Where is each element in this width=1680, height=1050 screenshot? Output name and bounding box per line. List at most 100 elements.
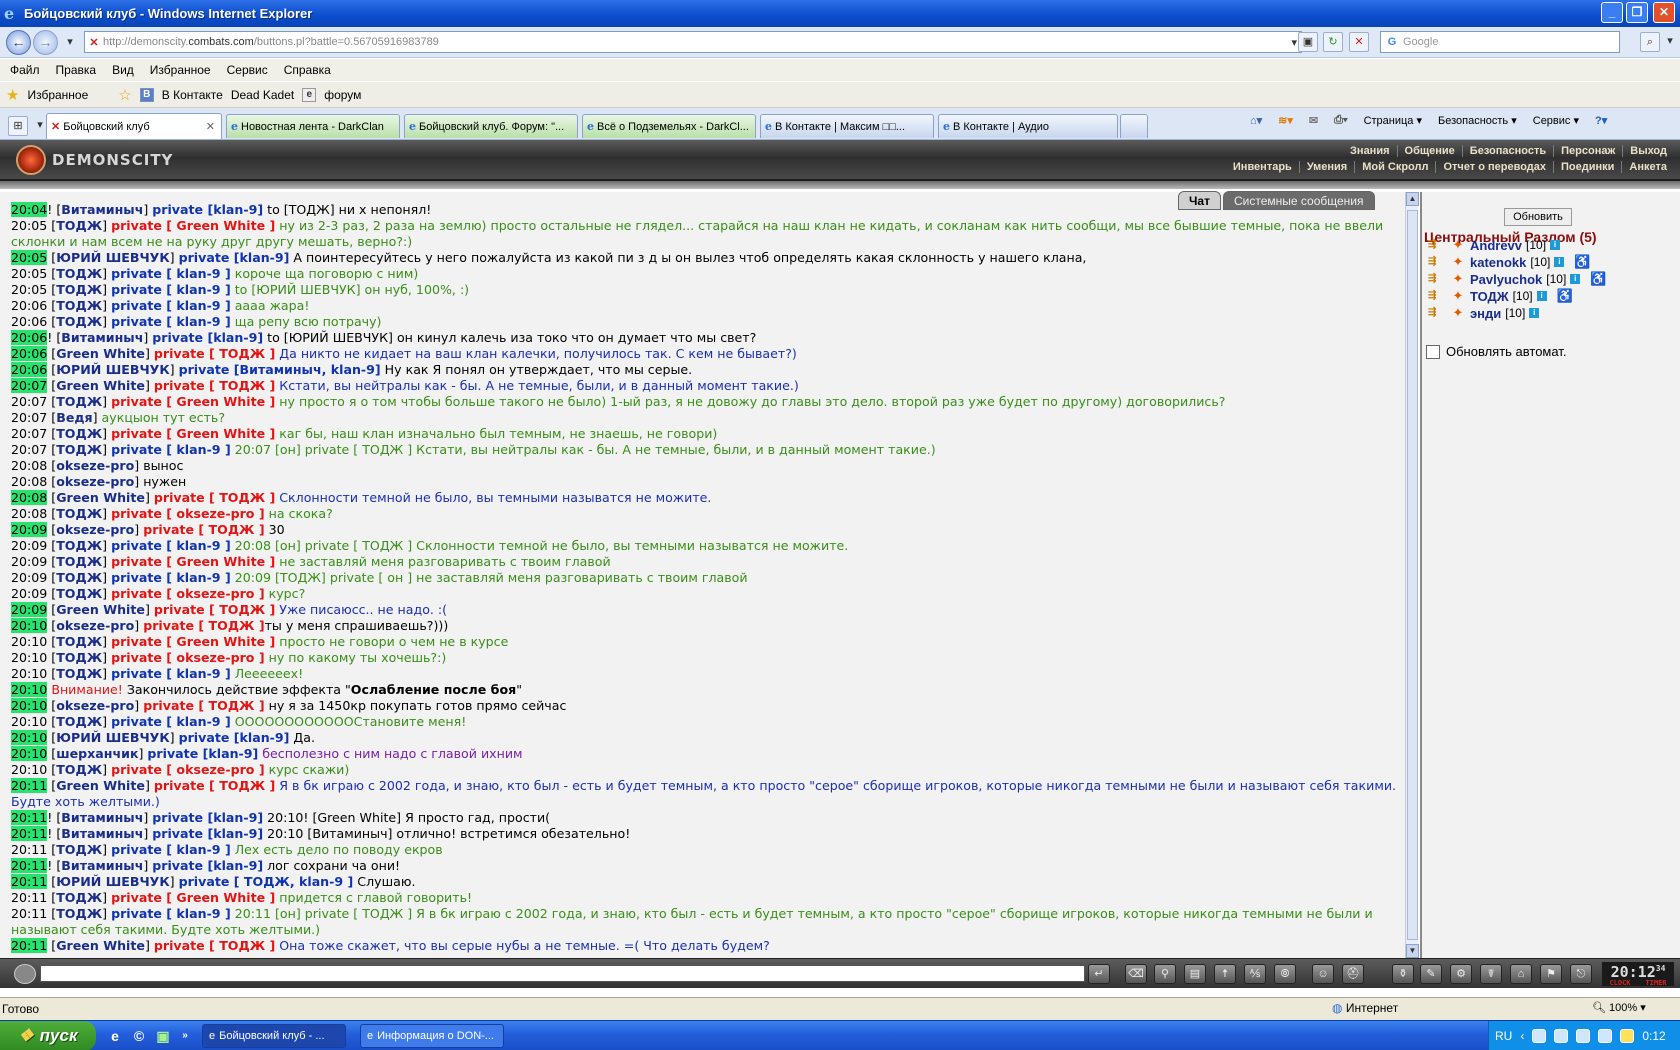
private-recipients[interactable]: private [ klan-9 ] [111,666,231,681]
nav-profile[interactable]: Анкета [1621,161,1674,173]
nav-communication[interactable]: Общение [1396,145,1462,157]
sender-nick[interactable]: ТОДЖ [56,298,102,313]
private-recipients[interactable]: private [klan-9] [179,730,290,745]
message-time[interactable]: 20:05 [11,218,47,233]
message-time[interactable]: 20:09 [11,538,47,553]
tab-dungeons[interactable]: e Всё о Подземельях - DarkCl... [582,114,756,138]
send-icon[interactable]: ↵ [1088,964,1110,984]
user-info-icon[interactable]: i [1529,308,1540,318]
message-time[interactable]: 20:10 [11,698,48,713]
sender-nick[interactable]: шерханчик [56,746,138,761]
message-time[interactable]: 20:10 [11,650,47,665]
private-recipients[interactable]: private [ klan-9 ] [111,298,231,313]
stop-icon[interactable]: ✕ [1349,32,1369,52]
auto-refresh-row[interactable]: Обновлять автомат. [1426,344,1566,359]
message-time[interactable]: 20:11 [11,858,48,873]
history-dropdown-icon[interactable]: ▾ [60,33,80,53]
tab-darkclan-news[interactable]: e Новостная лента - DarkClan [226,114,400,138]
compat-view-icon[interactable]: ▣ [1298,32,1318,52]
sender-nick[interactable]: ТОДЖ [56,506,102,521]
private-recipients[interactable]: private [ okseze-pro ] [111,506,265,521]
start-button[interactable]: ❖ пуск [0,1021,96,1050]
message-time[interactable]: 20:07 [11,378,48,393]
private-recipients[interactable]: private [klan-9] [179,250,290,265]
nav-my-scroll[interactable]: Мой Скролл [1354,161,1435,173]
message-time[interactable]: 20:05 [11,266,47,281]
message-time[interactable]: 20:08 [11,506,47,521]
task-ie-fightclub[interactable]: e Бойцовский клуб - ... [202,1024,346,1048]
minimize-button[interactable]: _ [1601,2,1623,23]
cmd-tools[interactable]: Сервис ▾ [1533,114,1579,127]
transfer-icon[interactable]: ⚙ [1450,964,1472,984]
tray-expand-icon[interactable]: ‹ [1520,1029,1524,1043]
favorites-button[interactable]: Избранное [27,88,88,102]
cmd-page[interactable]: Страница ▾ [1364,114,1422,127]
private-recipients[interactable]: private [ Green White ] [111,890,275,905]
tray-volume-icon[interactable] [1576,1029,1591,1043]
user-name[interactable]: энди [1470,306,1501,321]
private-recipients[interactable]: private [ Green White ] [111,554,275,569]
message-time[interactable]: 20:06 [11,314,47,329]
sender-nick[interactable]: ЮРИЙ ШЕВЧУК [56,362,169,377]
message-time[interactable]: 20:10 [11,682,48,697]
fav-item-vk[interactable]: В Контакте [162,88,223,102]
sender-nick[interactable]: ТОДЖ [56,906,102,921]
fav-item-dead-kadet[interactable]: Dead Kadet [231,88,294,102]
message-time[interactable]: 20:07 [11,394,47,409]
sender-nick[interactable]: ТОДЖ [56,266,102,281]
tab-vk-audio[interactable]: eВ Контакте | Аудио [938,114,1118,138]
message-time[interactable]: 20:11 [11,842,47,857]
tab-system-messages[interactable]: Системные сообщения [1222,191,1375,210]
message-time[interactable]: 20:08 [11,474,47,489]
user-info-icon[interactable]: i [1570,274,1581,284]
tray-icon[interactable] [1532,1029,1547,1043]
tray-network-icon[interactable] [1554,1029,1569,1043]
refresh-icon[interactable]: ↻ [1323,32,1343,52]
flag-icon[interactable]: ⚑ [1540,964,1562,984]
print-icon[interactable]: ⎙▾ [1334,114,1347,127]
zoom-control[interactable]: 🔍︎ 100% ▾ [1592,1001,1646,1014]
sender-nick[interactable]: okseze-pro [56,618,134,633]
nav-inventory[interactable]: Инвентарь [1226,161,1299,173]
sender-nick[interactable]: okseze-pro [56,458,134,473]
private-recipients[interactable]: private [ Green White ] [111,394,275,409]
private-recipients[interactable]: private [ klan-9 ] [111,906,231,921]
private-recipients[interactable]: private [ Green White ] [111,218,275,233]
action-icon[interactable]: ☨ [1214,964,1236,984]
private-recipients[interactable]: private [klan-9] [152,826,263,841]
message-time[interactable]: 20:06 [11,346,48,361]
address-bar[interactable]: ✕ http://demonscity. combats.com/buttons.… [84,31,1302,53]
nav-exit[interactable]: Выход [1622,145,1674,157]
private-recipients[interactable]: private [klan-9] [152,330,263,345]
tab-active[interactable]: ✕ Бойцовский клуб ✕ [46,113,222,139]
sender-nick[interactable]: Green White [56,602,145,617]
private-recipients[interactable]: private [ klan-9 ] [111,570,231,585]
quicklaunch-ie2-icon[interactable]: © [130,1027,148,1045]
language-indicator[interactable]: RU [1495,1029,1512,1043]
message-time[interactable]: 20:06 [11,298,47,313]
auto-refresh-checkbox[interactable] [1426,344,1440,359]
private-recipients[interactable]: private [ klan-9 ] [111,538,231,553]
sender-nick[interactable]: ТОДЖ [56,890,102,905]
sender-nick[interactable]: Green White [56,346,145,361]
scroll-icon[interactable]: ✎ [1420,964,1442,984]
private-message-icon[interactable]: ⇶ [1428,239,1446,251]
message-time[interactable]: 20:07 [11,442,47,457]
help-icon[interactable]: ?▾ [1595,114,1607,127]
message-time[interactable]: 20:10 [11,714,47,729]
user-name[interactable]: ТОДЖ [1470,289,1509,304]
quicklaunch-more-icon[interactable]: » [176,1027,194,1045]
menu-edit[interactable]: Правка [56,63,97,77]
search-go-icon[interactable]: ⌕ [1640,32,1660,52]
private-recipients[interactable]: private [ ТОДЖ ] [154,778,275,793]
private-recipients[interactable]: private [klan-9] [152,202,263,217]
sender-nick[interactable]: ТОДЖ [56,394,102,409]
user-name[interactable]: Andrevv [1470,238,1522,253]
private-message-icon[interactable]: ⇶ [1428,307,1446,319]
message-time[interactable]: 20:09 [11,522,48,537]
sender-nick[interactable]: ТОДЖ [56,314,102,329]
nav-security[interactable]: Безопасность [1461,145,1553,157]
sender-nick[interactable]: ТОДЖ [56,538,102,553]
private-recipients[interactable]: private [ ТОДЖ ] [154,602,275,617]
message-time[interactable]: 20:11 [11,810,48,825]
